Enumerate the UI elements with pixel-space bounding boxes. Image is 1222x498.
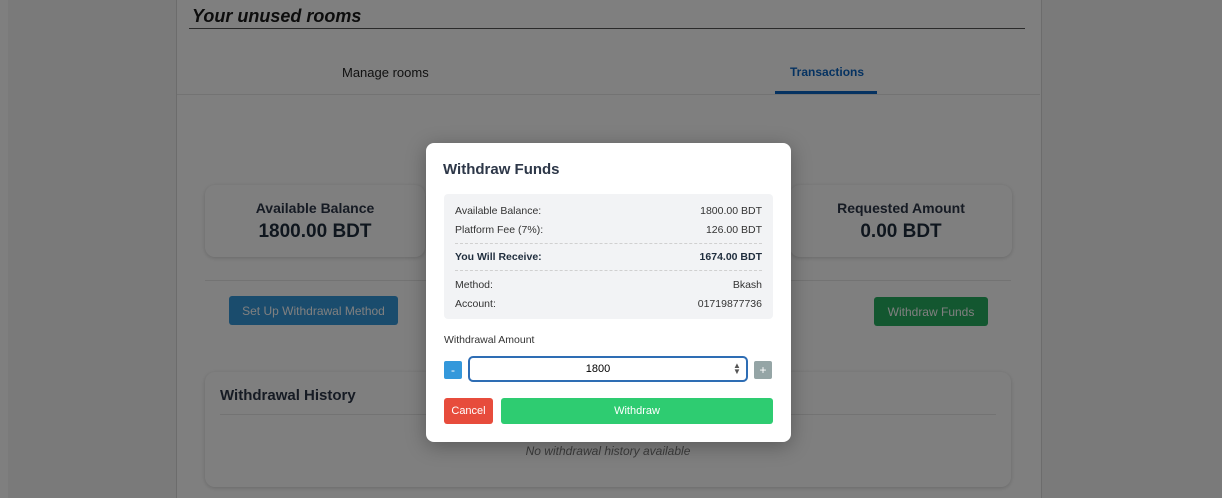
increment-button[interactable]: + bbox=[754, 361, 772, 379]
summary-divider bbox=[455, 243, 762, 244]
spinner-icon[interactable]: ▲ ▼ bbox=[733, 362, 741, 376]
summary-key: You Will Receive: bbox=[455, 251, 542, 263]
modal-title: Withdraw Funds bbox=[443, 161, 560, 178]
withdrawal-summary: Available Balance: 1800.00 BDT Platform … bbox=[444, 194, 773, 319]
summary-key: Available Balance: bbox=[455, 205, 542, 217]
withdrawal-amount-label: Withdrawal Amount bbox=[444, 334, 535, 346]
summary-divider bbox=[455, 270, 762, 271]
withdraw-funds-modal: Withdraw Funds Available Balance: 1800.0… bbox=[426, 143, 791, 442]
summary-value: 1674.00 BDT bbox=[699, 251, 762, 263]
withdraw-button[interactable]: Withdraw bbox=[501, 398, 773, 424]
summary-key: Account: bbox=[455, 298, 496, 310]
summary-key: Platform Fee (7%): bbox=[455, 224, 544, 236]
summary-value: 1800.00 BDT bbox=[700, 205, 762, 217]
summary-value: Bkash bbox=[732, 279, 762, 291]
summary-key: Method: bbox=[455, 279, 493, 291]
summary-value: 126.00 BDT bbox=[705, 224, 762, 236]
withdrawal-amount-input[interactable] bbox=[468, 356, 748, 382]
cancel-button[interactable]: Cancel bbox=[444, 398, 493, 424]
summary-value: 01719877736 bbox=[697, 298, 762, 310]
decrement-button[interactable]: - bbox=[444, 361, 462, 379]
